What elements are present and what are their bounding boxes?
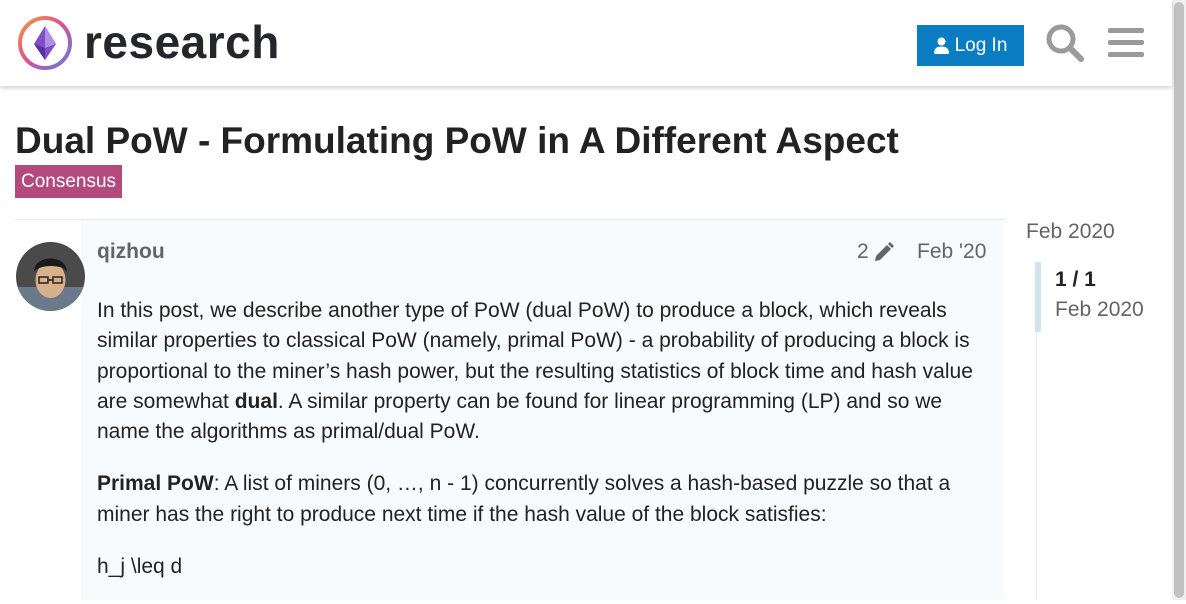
user-icon bbox=[933, 37, 949, 54]
login-button[interactable]: Log In bbox=[917, 25, 1024, 66]
site-header: research Log In bbox=[0, 0, 1172, 86]
post-body: In this post, we describe another type o… bbox=[97, 296, 992, 604]
hamburger-menu-icon[interactable] bbox=[1106, 22, 1148, 64]
avatar[interactable] bbox=[16, 242, 85, 311]
login-label: Log In bbox=[954, 34, 1008, 56]
edit-count: 2 bbox=[857, 240, 869, 263]
timeline-position: 1 / 1 bbox=[1055, 268, 1096, 291]
timeline-handle[interactable] bbox=[1035, 262, 1041, 332]
post-paragraph: In this post, we describe another type o… bbox=[97, 296, 992, 447]
site-name[interactable]: research bbox=[84, 14, 280, 70]
scrollbar-thumb[interactable] bbox=[1174, 2, 1184, 598]
post-text: : A list of miners (0, …, n - 1) concurr… bbox=[97, 472, 951, 526]
post-date[interactable]: Feb '20 bbox=[917, 240, 986, 264]
page-scrollbar[interactable] bbox=[1172, 0, 1186, 600]
post-bold-text: Primal PoW bbox=[97, 472, 214, 496]
timeline-start-date[interactable]: Feb 2020 bbox=[1026, 220, 1115, 244]
category-badge[interactable]: Consensus bbox=[15, 165, 123, 198]
post-username[interactable]: qizhou bbox=[97, 240, 165, 264]
post-formula: h_j \leq d bbox=[97, 555, 183, 579]
topic-title[interactable]: Dual PoW - Formulating PoW in A Differen… bbox=[15, 118, 899, 164]
pencil-icon bbox=[874, 242, 894, 261]
post-bold-text: dual bbox=[234, 389, 278, 413]
edit-history-button[interactable]: 2 bbox=[857, 240, 895, 264]
timeline-current-date: Feb 2020 bbox=[1055, 298, 1144, 321]
post-paragraph: Primal PoW: A list of miners (0, …, n - … bbox=[97, 469, 992, 530]
search-icon[interactable] bbox=[1044, 22, 1086, 64]
site-logo[interactable] bbox=[16, 14, 74, 72]
